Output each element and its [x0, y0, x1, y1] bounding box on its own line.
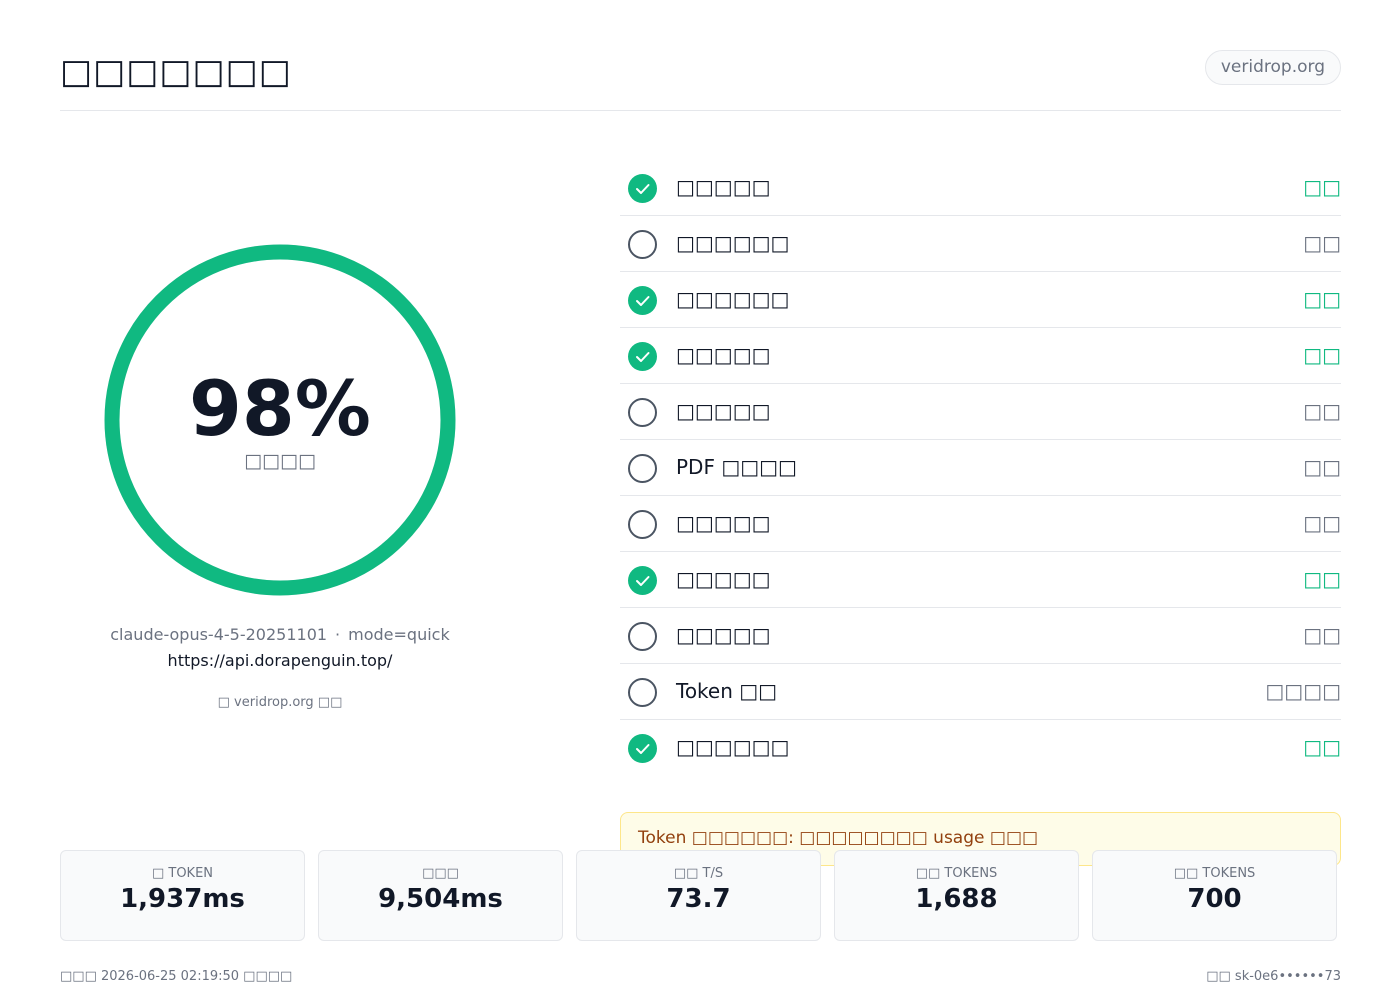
- check-status: □□: [1303, 455, 1341, 479]
- domain-badge[interactable]: veridrop.org: [1204, 50, 1341, 85]
- score-value: 98%: [189, 364, 371, 453]
- stat-label: □□ T/S: [673, 866, 724, 881]
- check-row: □□□□□ □□: [620, 496, 1341, 552]
- check-label: □□□□□: [676, 567, 771, 591]
- check-pass-icon: [628, 286, 657, 315]
- model-mode: mode=quick: [348, 625, 450, 644]
- stat-label: □ TOKEN: [151, 866, 214, 881]
- check-row: □□□□□□ □□: [620, 720, 1341, 776]
- check-label: □□□□□: [676, 175, 771, 199]
- check-list: □□□□□ □□ □□□□□□ □□ □□□□□□ □□ □□□□□ □□ □□…: [620, 160, 1341, 776]
- check-label: □□□□□: [676, 623, 771, 647]
- endpoint-url: https://api.dorapenguin.top/: [167, 651, 393, 670]
- check-status: □□: [1303, 287, 1341, 311]
- check-row: □□□□□□ □□: [620, 216, 1341, 272]
- stat-card-tps: □□ T/S 73.7: [576, 850, 821, 941]
- stat-value: 9,504ms: [378, 884, 503, 914]
- stat-value: 1,937ms: [120, 884, 245, 914]
- check-status: □□: [1303, 231, 1341, 255]
- check-empty-icon: [628, 510, 657, 539]
- check-pass-icon: [628, 566, 657, 595]
- check-empty-icon: [628, 454, 657, 483]
- check-status: □□: [1303, 511, 1341, 535]
- stat-card-total-time: □□□ 9,504ms: [318, 850, 563, 941]
- check-label: □□□□□: [676, 511, 771, 535]
- stat-card-first-token: □ TOKEN 1,937ms: [60, 850, 305, 941]
- check-row: PDF □□□□ □□: [620, 440, 1341, 496]
- check-label: □□□□□□: [676, 231, 790, 255]
- check-row: □□□□□ □□: [620, 552, 1341, 608]
- footer-key: □□ sk-0e6••••••73: [1206, 969, 1341, 984]
- model-info: claude-opus-4-5-20251101 · mode=quick: [60, 625, 500, 644]
- page-header: □□□□□□□ veridrop.org: [60, 50, 1341, 111]
- check-row: □□□□□ □□: [620, 160, 1341, 216]
- check-label: PDF □□□□: [676, 455, 797, 479]
- stat-value: 700: [1187, 884, 1242, 914]
- check-empty-icon: [628, 398, 657, 427]
- check-row: Token □□ □□□□: [620, 664, 1341, 720]
- check-pass-icon: [628, 174, 657, 203]
- check-status: □□: [1303, 399, 1341, 423]
- check-label: □□□□□□: [676, 287, 790, 311]
- powered-by: □ veridrop.org □□: [217, 695, 343, 710]
- check-empty-icon: [628, 622, 657, 651]
- check-status: □□: [1303, 567, 1341, 591]
- stat-label: □□□: [422, 866, 459, 881]
- check-status: □□: [1303, 623, 1341, 647]
- check-row: □□□□□ □□: [620, 328, 1341, 384]
- page-title: □□□□□□□: [60, 52, 292, 92]
- check-row: □□□□□ □□: [620, 608, 1341, 664]
- model-name: claude-opus-4-5-20251101: [110, 625, 328, 644]
- stats-bar: □ TOKEN 1,937ms □□□ 9,504ms □□ T/S 73.7 …: [60, 850, 1341, 941]
- check-label: □□□□□□: [676, 735, 790, 759]
- check-label: □□□□□: [676, 399, 771, 423]
- check-row: □□□□□□ □□: [620, 272, 1341, 328]
- check-label: Token □□: [676, 679, 778, 703]
- stat-label: □□ TOKENS: [915, 866, 998, 881]
- score-label: □□□□: [244, 450, 316, 472]
- check-pass-icon: [628, 734, 657, 763]
- score-ring: 98% □□□□: [104, 244, 456, 596]
- check-status: □□: [1303, 735, 1341, 759]
- check-pass-icon: [628, 342, 657, 371]
- stat-card-input-tokens: □□ TOKENS 1,688: [834, 850, 1079, 941]
- footer-timestamp: □□□ 2026-06-25 02:19:50 □□□□: [60, 969, 293, 984]
- check-empty-icon: [628, 678, 657, 707]
- check-label: □□□□□: [676, 343, 771, 367]
- check-row: □□□□□ □□: [620, 384, 1341, 440]
- stat-label: □□ TOKENS: [1173, 866, 1256, 881]
- check-status: □□: [1303, 175, 1341, 199]
- check-status: □□□□: [1265, 679, 1341, 703]
- check-status: □□: [1303, 343, 1341, 367]
- model-separator: ·: [335, 625, 341, 644]
- stat-card-output-tokens: □□ TOKENS 700: [1092, 850, 1337, 941]
- check-empty-icon: [628, 230, 657, 259]
- stat-value: 73.7: [666, 884, 731, 914]
- stat-value: 1,688: [915, 884, 998, 914]
